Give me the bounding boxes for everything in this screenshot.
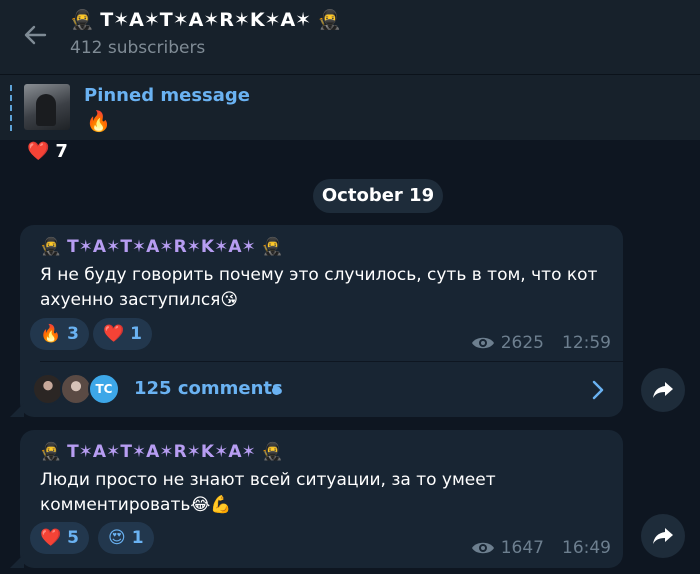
message-meta: 2625 12:59 [471, 333, 611, 353]
channel-title[interactable]: 🥷 T⁣✶A✶T✶A✶R✶K✶A✶ 🥷 [70, 8, 341, 31]
reaction-heart[interactable]: ❤️ 5 [30, 522, 90, 554]
message-bubble: 🥷 T✶A✶T✶A✶R✶K✶A✶ 🥷 Люди просто не знают … [10, 430, 623, 568]
message-bubble: 🥷 T✶A✶T✶A✶R✶K✶A✶ 🥷 Я не буду говорить по… [10, 225, 623, 417]
view-count: 1647 [500, 538, 544, 558]
arrow-left-icon [24, 25, 47, 45]
heart-icon: ❤️ [40, 528, 62, 548]
message-author[interactable]: 🥷 T✶A✶T✶A✶R✶K✶A✶ 🥷 [40, 237, 283, 257]
reaction-heart[interactable]: ❤️ 1 [93, 318, 153, 350]
heart-eyes-icon: 😍 [108, 528, 126, 548]
message-time: 12:59 [562, 333, 611, 353]
reaction-count: 5 [67, 528, 80, 548]
message-time: 16:49 [562, 538, 611, 558]
back-button[interactable] [18, 20, 52, 50]
chevron-right-icon[interactable] [591, 379, 605, 401]
reaction-fire[interactable]: 🔥 3 [30, 318, 90, 350]
previous-message-reaction[interactable]: ❤️ 7 [27, 141, 68, 162]
subscriber-count: 412 subscribers [70, 38, 206, 58]
share-button[interactable] [641, 514, 685, 558]
message-author[interactable]: 🥷 T✶A✶T✶A✶R✶K✶A✶ 🥷 [40, 442, 283, 462]
reaction-count: 7 [55, 141, 68, 162]
fire-icon: 🔥 [40, 324, 62, 344]
heart-icon: ❤️ [27, 141, 50, 162]
share-arrow-icon [653, 528, 673, 544]
reaction-count: 3 [67, 324, 80, 344]
share-button[interactable] [641, 368, 685, 412]
pinned-title: Pinned message [84, 85, 250, 106]
eye-icon [471, 337, 494, 349]
heart-icon: ❤️ [103, 324, 125, 344]
commenter-avatar: TC [88, 373, 120, 405]
chat-header: 🥷 T⁣✶A✶T✶A✶R✶K✶A✶ 🥷 412 subscribers [0, 0, 700, 74]
comments-row[interactable]: TC 125 comments [20, 362, 623, 417]
reaction-count: 1 [131, 528, 144, 548]
eye-icon [471, 542, 494, 554]
reaction-count: 1 [130, 324, 143, 344]
unread-dot [272, 386, 281, 395]
comments-link[interactable]: 125 comments [134, 378, 283, 399]
pinned-message-bar[interactable]: Pinned message 🔥 [0, 74, 700, 140]
share-arrow-icon [653, 382, 673, 398]
reaction-heart-eyes[interactable]: 😍 1 [98, 522, 154, 554]
date-separator: October 19 [313, 179, 443, 213]
message-text: Люди просто не знают всей ситуации, за т… [40, 470, 496, 515]
message-text: Я не буду говорить почему это случилось,… [40, 265, 598, 310]
message-meta: 1647 16:49 [471, 538, 611, 558]
pinned-thumbnail [24, 84, 70, 130]
pinned-indicator [10, 85, 12, 131]
pinned-preview: 🔥 [86, 109, 111, 133]
view-count: 2625 [500, 333, 544, 353]
